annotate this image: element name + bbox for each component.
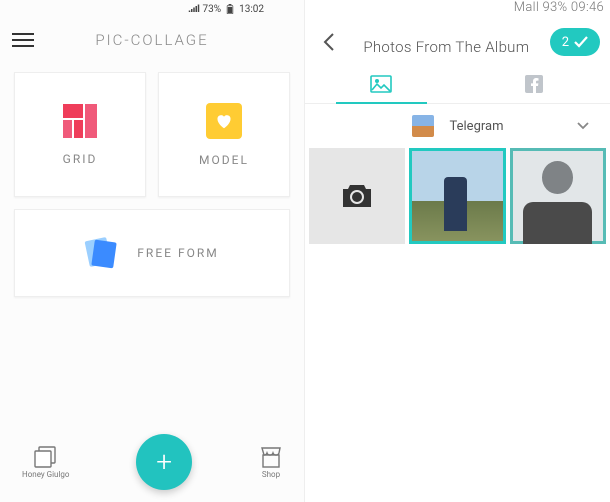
selection-count: 2 xyxy=(562,35,569,50)
camera-button[interactable] xyxy=(309,148,405,244)
piccollage-home-screen: 73% 13:02 PIC-COLLAGE GRID MODEL xyxy=(0,0,305,502)
nav-gallery-label: Honey Giulgo xyxy=(22,470,69,479)
album-thumbnail xyxy=(412,115,434,137)
freeform-mode-card[interactable]: FREE FORM xyxy=(14,209,290,297)
model-mode-label: MODEL xyxy=(199,153,249,167)
nav-shop-label: Shop xyxy=(262,470,280,479)
signal-icon xyxy=(188,4,200,14)
model-mode-card[interactable]: MODEL xyxy=(158,72,290,197)
status-time: 13:02 xyxy=(239,4,264,15)
photo-thumbnail-2[interactable] xyxy=(510,148,606,244)
tab-gallery[interactable] xyxy=(305,64,458,103)
album-selector[interactable]: Telegram xyxy=(305,104,610,148)
battery-percent: 73% xyxy=(203,4,222,15)
grid-icon xyxy=(63,104,97,138)
photo-grid xyxy=(305,148,610,244)
shop-icon xyxy=(259,446,283,468)
picker-title: Photos From The Album xyxy=(349,38,544,56)
source-tabs xyxy=(305,64,610,104)
confirm-selection-button[interactable]: 2 xyxy=(550,28,600,56)
grid-mode-card[interactable]: GRID xyxy=(14,72,146,197)
album-name: Telegram xyxy=(450,119,504,134)
chevron-left-icon xyxy=(322,32,336,52)
back-button[interactable] xyxy=(315,28,343,56)
check-icon xyxy=(574,36,588,48)
status-bar: 73% 13:02 xyxy=(0,0,304,18)
mode-cards-row: GRID MODEL xyxy=(0,62,304,207)
status-bar-overlay: Mall 93% 09:46 xyxy=(514,0,604,15)
grid-mode-label: GRID xyxy=(63,152,98,166)
app-title: PIC-COLLAGE xyxy=(34,31,292,49)
nav-shop-button[interactable]: Shop xyxy=(259,446,283,479)
plus-icon: + xyxy=(156,448,172,476)
menu-button[interactable] xyxy=(12,33,34,47)
app-header: PIC-COLLAGE xyxy=(0,18,304,62)
nav-gallery-button[interactable]: Honey Giulgo xyxy=(22,446,69,479)
battery-icon xyxy=(224,4,236,14)
bottom-nav: Honey Giulgo + Shop xyxy=(0,426,305,502)
tab-facebook[interactable] xyxy=(458,64,610,103)
camera-icon xyxy=(340,182,374,210)
freeform-icon xyxy=(85,237,117,269)
freeform-mode-label: FREE FORM xyxy=(137,246,218,260)
photo-picker-screen: Mall 93% 09:46 Photos From The Album 2 xyxy=(305,0,610,502)
chevron-down-icon xyxy=(576,121,590,131)
photo-thumbnail-1[interactable] xyxy=(409,148,505,244)
facebook-icon xyxy=(525,75,543,93)
image-icon xyxy=(370,75,392,93)
stack-icon xyxy=(34,446,58,468)
create-fab[interactable]: + xyxy=(136,434,192,490)
heart-icon xyxy=(206,103,242,139)
